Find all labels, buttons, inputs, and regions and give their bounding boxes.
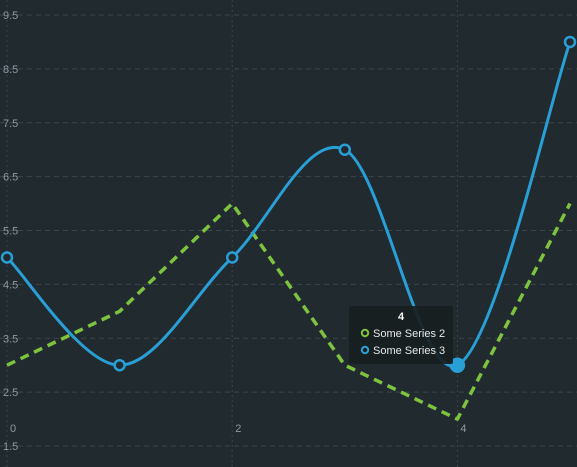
series-1 <box>6 201 572 421</box>
y-tick-label: 3.5 <box>3 333 18 345</box>
data-point <box>225 251 239 264</box>
data-point <box>113 358 126 372</box>
data-point <box>563 35 577 49</box>
y-tick-label: 2.5 <box>3 387 18 399</box>
tooltip-series-label: Some Series 3 <box>373 345 445 357</box>
tooltip: 4 Some Series 2 Some Series 3 <box>349 306 453 364</box>
grid <box>0 0 577 467</box>
y-tick-label: 5.5 <box>3 226 18 238</box>
data-point <box>0 251 14 264</box>
chart: 1.5 2.5 3.5 4.5 5.5 6.5 7.5 8.5 9.5 0 2 4 4 Some Seri… <box>0 0 577 467</box>
series-line <box>6 201 572 421</box>
y-tick-label: 7.5 <box>3 118 18 130</box>
x-tick-label: 2 <box>235 423 241 435</box>
data-point <box>338 143 352 156</box>
y-tick-label: 9.5 <box>3 10 18 22</box>
line-chart: 1.5 2.5 3.5 4.5 5.5 6.5 7.5 8.5 9.5 0 2 4 4 Some Seri… <box>0 0 577 467</box>
tooltip-title: 4 <box>398 311 405 323</box>
y-tick-label: 6.5 <box>3 172 18 184</box>
x-tick-label: 0 <box>10 423 16 435</box>
y-tick-label: 8.5 <box>3 64 18 76</box>
x-tick-label: 4 <box>460 423 466 435</box>
y-tick-label: 4.5 <box>3 279 18 291</box>
series-line <box>5 41 572 368</box>
series-2 <box>0 35 577 373</box>
y-tick-label: 1.5 <box>3 441 18 453</box>
tooltip-series-label: Some Series 2 <box>373 328 445 340</box>
